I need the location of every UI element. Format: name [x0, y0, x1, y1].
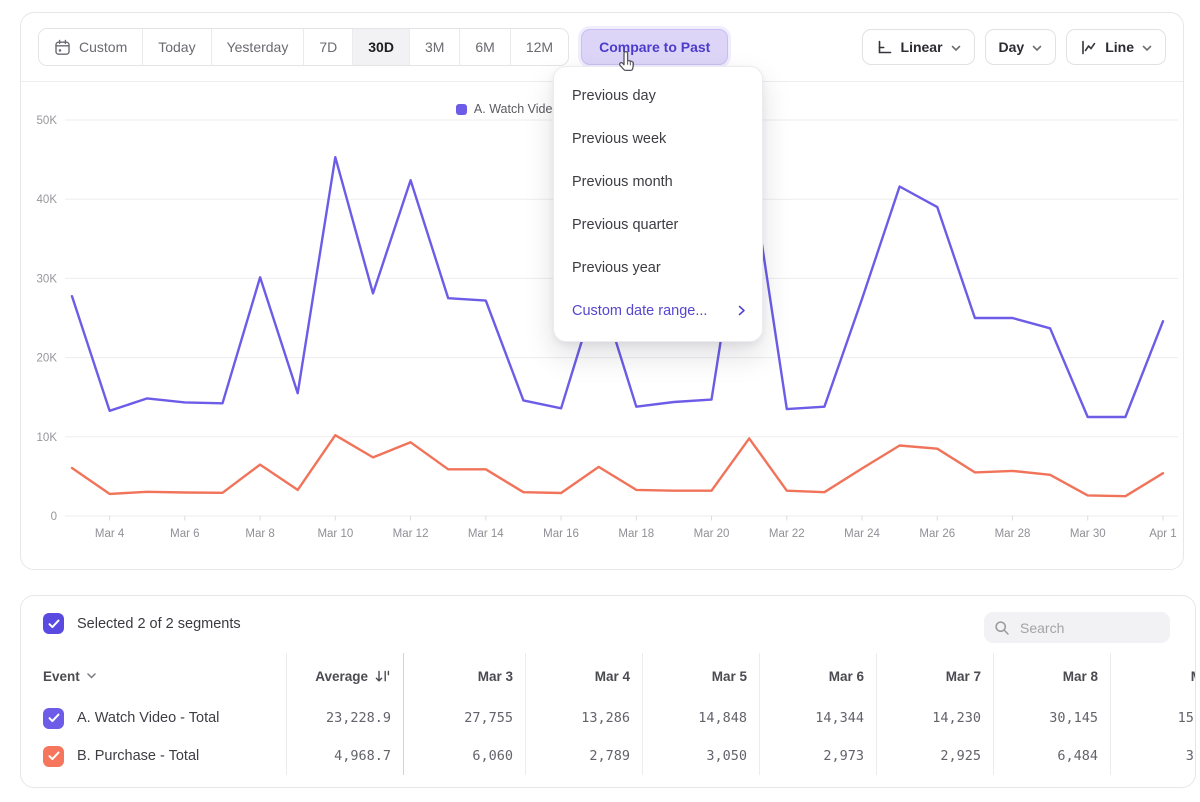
preset-30d[interactable]: 30D	[353, 29, 410, 65]
svg-text:Mar 28: Mar 28	[995, 528, 1031, 540]
chart-type-select-label: Line	[1105, 39, 1134, 55]
value-cell: 15,	[1110, 699, 1196, 737]
row-checkbox[interactable]	[43, 708, 64, 729]
segments-card: Selected 2 of 2 segments EventAverageMar…	[20, 595, 1196, 788]
svg-text:Mar 30: Mar 30	[1070, 528, 1106, 540]
value-cell: 2,925	[876, 737, 993, 775]
value-cell: 13,286	[525, 699, 642, 737]
value-cell: 6,484	[993, 737, 1110, 775]
value-cell: 3,	[1110, 737, 1196, 775]
column-header-event[interactable]: Event	[43, 653, 286, 699]
svg-text:Apr 1: Apr 1	[1149, 528, 1177, 540]
event-cell-a-watch-video-total: A. Watch Video - Total	[43, 699, 286, 737]
compare-menu-item-previous-week[interactable]: Previous week	[554, 117, 762, 160]
value-cell: 27,755	[403, 699, 525, 737]
series-line-b-purchase-total	[72, 435, 1163, 496]
value-cell: 14,230	[876, 699, 993, 737]
value-cell: 30,145	[993, 699, 1110, 737]
segments-summary-text: Selected 2 of 2 segments	[77, 616, 241, 632]
value-cell: 2,789	[525, 737, 642, 775]
value-cell: 2,973	[759, 737, 876, 775]
date-range-picker: CustomTodayYesterday7D30D3M6M12M	[38, 28, 569, 66]
value-cell: 14,344	[759, 699, 876, 737]
svg-text:0: 0	[51, 511, 57, 523]
column-header-mar-4[interactable]: Mar 4	[525, 653, 642, 699]
preset-7d[interactable]: 7D	[304, 29, 353, 65]
svg-text:Mar 18: Mar 18	[618, 528, 654, 540]
preset-today[interactable]: Today	[143, 29, 211, 65]
value-cell: 6,060	[403, 737, 525, 775]
compare-menu-item-previous-day[interactable]: Previous day	[554, 74, 762, 117]
svg-text:Mar 4: Mar 4	[95, 528, 125, 540]
line-chart-icon	[1080, 39, 1097, 56]
compare-menu: Previous dayPrevious weekPrevious monthP…	[553, 66, 763, 342]
preset-3m[interactable]: 3M	[410, 29, 460, 65]
segments-table: EventAverageMar 3Mar 4Mar 5Mar 6Mar 7Mar…	[43, 653, 1196, 775]
average-cell: 23,228.9	[286, 699, 403, 737]
average-cell: 4,968.7	[286, 737, 403, 775]
linear-axis-icon	[876, 39, 893, 56]
svg-text:Mar 10: Mar 10	[317, 528, 353, 540]
analytics-dashboard: CustomTodayYesterday7D30D3M6M12M Compare…	[0, 0, 1200, 802]
chevron-down-icon	[951, 45, 961, 52]
segments-summary: Selected 2 of 2 segments	[43, 613, 241, 634]
svg-text:40K: 40K	[37, 194, 58, 206]
svg-text:Mar 24: Mar 24	[844, 528, 880, 540]
compare-menu-item-custom-date-range[interactable]: Custom date range...	[554, 289, 762, 332]
value-cell: 14,848	[642, 699, 759, 737]
column-header-mar-6[interactable]: Mar 6	[759, 653, 876, 699]
svg-text:Mar 22: Mar 22	[769, 528, 805, 540]
svg-text:Mar 14: Mar 14	[468, 528, 504, 540]
scale-select-label: Linear	[901, 39, 943, 55]
compare-menu-item-previous-quarter[interactable]: Previous quarter	[554, 203, 762, 246]
select-all-checkbox[interactable]	[43, 613, 64, 634]
svg-text:30K: 30K	[37, 273, 58, 285]
svg-text:50K: 50K	[37, 115, 58, 127]
preset-custom[interactable]: Custom	[39, 29, 143, 65]
column-header-mar-8[interactable]: Mar 8	[993, 653, 1110, 699]
svg-text:10K: 10K	[37, 432, 58, 444]
compare-to-past-button[interactable]: Compare to Past	[581, 29, 728, 65]
svg-text:Mar 8: Mar 8	[245, 528, 274, 540]
svg-text:Mar 6: Mar 6	[170, 528, 199, 540]
chevron-right-icon	[738, 305, 746, 316]
preset-12m[interactable]: 12M	[511, 29, 568, 65]
chevron-down-icon	[1142, 45, 1152, 52]
column-header-mar-7[interactable]: Mar 7	[876, 653, 993, 699]
scale-select[interactable]: Linear	[862, 29, 975, 65]
svg-text:Mar 20: Mar 20	[694, 528, 730, 540]
column-header-average[interactable]: Average	[286, 653, 403, 699]
search-input[interactable]	[1018, 619, 1152, 637]
calendar-icon	[54, 39, 71, 56]
column-header-mar-5[interactable]: Mar 5	[642, 653, 759, 699]
sort-descending-icon[interactable]	[375, 670, 391, 683]
svg-text:Mar 26: Mar 26	[919, 528, 955, 540]
row-checkbox[interactable]	[43, 746, 64, 767]
preset-6m[interactable]: 6M	[460, 29, 510, 65]
column-header-m[interactable]: M	[1110, 653, 1196, 699]
interval-select-label: Day	[999, 39, 1025, 55]
svg-text:Mar 16: Mar 16	[543, 528, 579, 540]
column-header-mar-3[interactable]: Mar 3	[403, 653, 525, 699]
event-cell-b-purchase-total: B. Purchase - Total	[43, 737, 286, 775]
compare-menu-item-previous-month[interactable]: Previous month	[554, 160, 762, 203]
search-box	[984, 612, 1170, 643]
chevron-down-icon	[1032, 45, 1042, 52]
chart-display-controls: Linear Day Line	[862, 29, 1166, 65]
chevron-down-icon	[87, 673, 96, 679]
interval-select[interactable]: Day	[985, 29, 1057, 65]
svg-text:20K: 20K	[37, 353, 58, 365]
chart-type-select[interactable]: Line	[1066, 29, 1166, 65]
svg-text:Mar 12: Mar 12	[393, 528, 429, 540]
compare-menu-item-previous-year[interactable]: Previous year	[554, 246, 762, 289]
value-cell: 3,050	[642, 737, 759, 775]
search-icon	[994, 620, 1010, 636]
preset-yesterday[interactable]: Yesterday	[212, 29, 305, 65]
